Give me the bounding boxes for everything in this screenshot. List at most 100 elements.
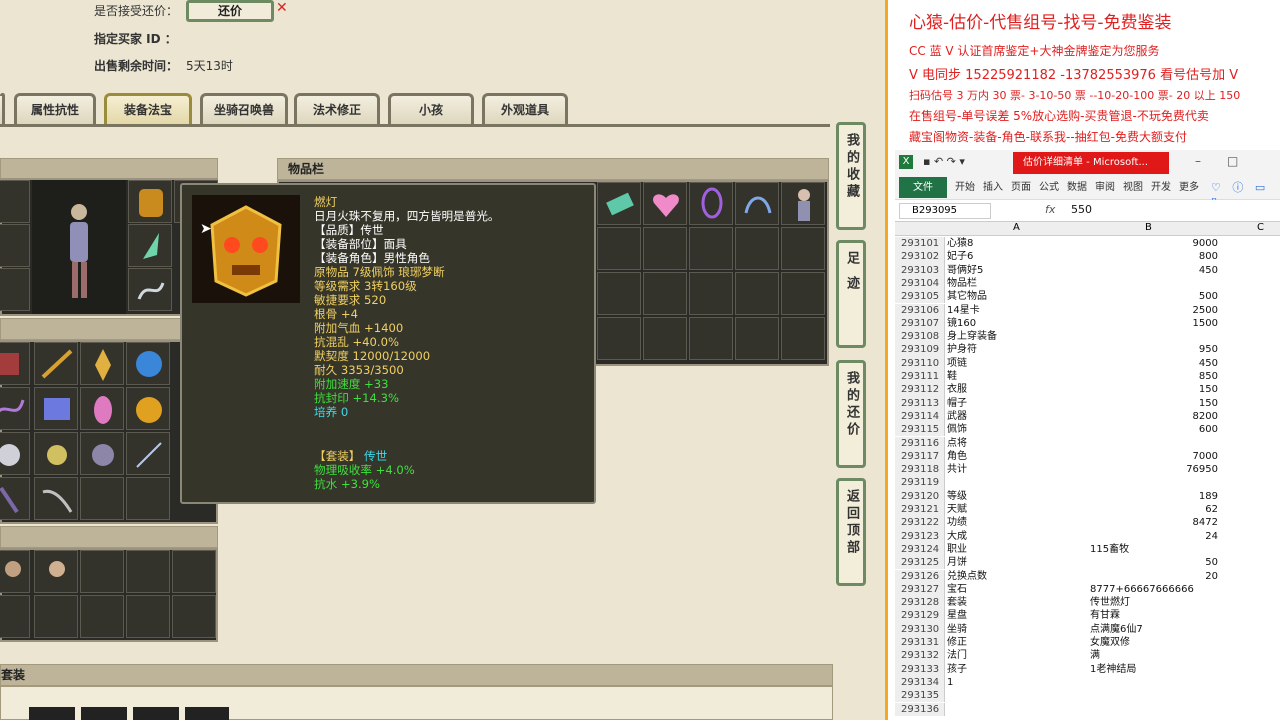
row-number[interactable]: 293108 [895,330,945,344]
pet-slot[interactable] [126,550,170,593]
row-number[interactable]: 293110 [895,356,945,370]
cell-b[interactable]: 8472 [1090,516,1218,529]
row-number[interactable]: 293122 [895,516,945,530]
inventory-slot[interactable] [597,317,641,360]
cell-b[interactable]: 24 [1090,530,1218,543]
bag-slot[interactable] [126,477,170,520]
row-number[interactable]: 293104 [895,276,945,291]
sheet-row[interactable]: 293108 身上穿装备 [895,330,1280,344]
inventory-slot[interactable] [781,272,825,315]
tab-insert[interactable]: 插入 [983,179,1003,197]
inventory-slot[interactable] [689,272,733,315]
equip-slot-mask[interactable] [128,180,172,223]
bag-slot[interactable] [80,342,124,385]
sheet-row[interactable]: 293107 镜160 1500 [895,316,1280,331]
sheet-row[interactable]: 293118 共计 76950 [895,463,1280,477]
pet-slot[interactable] [0,550,30,593]
sheet-row[interactable]: 293125 月饼 50 [895,556,1280,570]
cell-a[interactable]: 其它物品 [947,290,1087,303]
row-number[interactable]: 293129 [895,609,945,623]
tab-more[interactable]: 更多 [1179,179,1199,197]
cell-a[interactable]: 坐骑 [947,623,1087,636]
cell-a[interactable]: 哥俩好5 [947,264,1087,277]
cell-a[interactable]: 角色 [947,450,1087,463]
column-header-b[interactable]: B [1145,222,1152,233]
column-header-c[interactable]: C [1257,222,1264,233]
bag-slot[interactable] [80,387,124,430]
cell-a[interactable]: 法门 [947,649,1087,662]
cell-a[interactable]: 星盘 [947,609,1087,622]
close-icon[interactable]: ✕ [276,0,288,16]
tab-mounts[interactable]: 坐骑召唤兽 [200,93,288,125]
inventory-slot[interactable] [643,182,687,225]
tab-file[interactable]: 文件 [899,177,947,198]
cell-a[interactable]: 兑换点数 [947,570,1087,583]
quick-access-icons[interactable]: ▪ ↶ ↷ ▾ [923,155,965,168]
sheet-row[interactable]: 293127 宝石 8777+66667666666 [895,582,1280,597]
cell-a[interactable]: 项链 [947,357,1087,370]
cell-a[interactable]: 武器 [947,410,1087,423]
cell-b[interactable]: 2500 [1090,304,1218,317]
row-number[interactable]: 293101 [895,237,945,251]
sheet-row[interactable]: 293136 [895,702,1280,716]
cell-a[interactable]: 宝石 [947,583,1087,596]
cell-a[interactable]: 套装 [947,596,1087,609]
cell-b[interactable]: 115畜牧 [1090,543,1218,556]
pet-slot[interactable] [34,595,78,638]
sheet-row[interactable]: 293102 妃子6 800 [895,250,1280,264]
tab-review[interactable]: 审阅 [1095,179,1115,197]
row-number[interactable]: 293112 [895,383,945,397]
cell-b[interactable]: 女魔双修 [1090,636,1218,649]
row-number[interactable]: 293135 [895,689,945,703]
inventory-slot[interactable] [689,182,733,225]
cell-a[interactable]: 帽子 [947,397,1087,410]
tab-appearance[interactable]: 外观道具 [482,93,568,125]
tab-children[interactable]: 小孩 [388,93,474,125]
cell-a[interactable]: 1 [947,676,1087,689]
inventory-slot[interactable] [643,272,687,315]
sheet-row[interactable]: 293121 天赋 62 [895,503,1280,517]
cell-b[interactable]: 9000 [1090,237,1218,250]
cell-b[interactable]: 76950 [1090,463,1218,476]
cell-b[interactable]: 20 [1090,570,1218,583]
cell-b[interactable]: 450 [1090,264,1218,277]
cell-b[interactable]: 150 [1090,383,1218,396]
cell-a[interactable]: 鞋 [947,370,1087,383]
bag-slot[interactable] [126,342,170,385]
row-number[interactable]: 293111 [895,370,945,384]
row-number[interactable]: 293133 [895,662,945,676]
name-box[interactable]: B293095 [899,203,991,219]
sheet-row[interactable]: 293124 职业 115畜牧 [895,542,1280,557]
cell-a[interactable]: 护身符 [947,343,1087,356]
row-number[interactable]: 293120 [895,489,945,503]
sheet-row[interactable]: 293111 鞋 850 [895,370,1280,384]
sheet-row[interactable]: 293113 帽子 150 [895,396,1280,410]
cell-b[interactable]: 189 [1090,490,1218,503]
sheet-row[interactable]: 293105 其它物品 500 [895,290,1280,304]
bag-slot[interactable] [126,387,170,430]
row-number[interactable]: 293134 [895,675,945,690]
bag-slot[interactable] [80,432,124,475]
pet-slot[interactable] [0,595,30,638]
row-number[interactable]: 293113 [895,396,945,410]
inventory-slot[interactable] [781,317,825,360]
row-number[interactable]: 293117 [895,449,945,464]
equip-slot[interactable] [0,180,30,223]
bag-slot[interactable] [34,432,78,475]
cell-b[interactable]: 7000 [1090,450,1218,463]
pet-slot[interactable] [126,595,170,638]
bag-slot[interactable] [0,477,30,520]
row-number[interactable]: 293136 [895,702,945,716]
row-number[interactable]: 293119 [895,476,945,490]
sheet-row[interactable]: 293129 星盘 有甘霖 [895,609,1280,623]
row-number[interactable]: 293124 [895,542,945,557]
sheet-row[interactable]: 293128 套装 传世燃灯 [895,596,1280,610]
sheet-row[interactable]: 293116 点将 [895,436,1280,450]
tab-data[interactable]: 数据 [1067,179,1087,197]
row-number[interactable]: 293105 [895,290,945,304]
row-number[interactable]: 293103 [895,263,945,277]
cell-b[interactable]: 8777+66667666666 [1090,583,1218,596]
sheet-row[interactable]: 293104 物品栏 [895,276,1280,291]
sheet-row[interactable]: 293135 [895,689,1280,703]
favorites-button[interactable]: 我的收藏 [836,122,866,230]
